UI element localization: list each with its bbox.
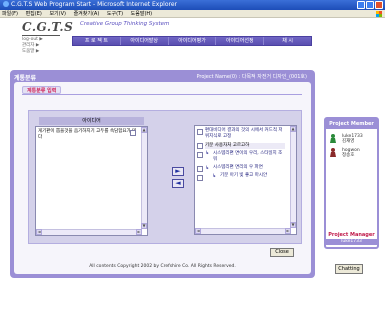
- member-text: luke1733 김재영: [342, 134, 378, 144]
- tree-item-checkbox[interactable]: [197, 166, 203, 172]
- panel-body: 계통분류 입력 아이디어 게기판이 뽑을것을 음기하지기 고두를 속담함요가 있…: [14, 82, 311, 274]
- scroll-right-arrow[interactable]: ►: [285, 228, 291, 234]
- app-header: C.G.T.S Creative Group Thinking System l…: [0, 18, 385, 65]
- maximize-button[interactable]: [366, 1, 374, 9]
- idea-list[interactable]: 게기판이 뽑을것을 음기하지기 고두를 속담함요가 있다 ▲ ▼ ◄ ►: [35, 126, 148, 236]
- classification-tree[interactable]: 편대비디어 결과의 것의 시에서 커드적 저위지식로 고정 기분 사용자처 고르…: [194, 125, 297, 235]
- project-manager-name: luke1733: [326, 239, 377, 245]
- scroll-left-arrow[interactable]: ◄: [195, 228, 201, 234]
- tree-hscroll[interactable]: ◄ ►: [195, 228, 291, 234]
- menu-help[interactable]: 도움말(H): [131, 11, 152, 17]
- logo-underline: [22, 35, 60, 36]
- tree-vscroll[interactable]: ▲ ▼: [290, 126, 296, 228]
- close-window-button[interactable]: [375, 1, 383, 9]
- tree-branch-icon: ↳: [205, 150, 210, 156]
- minimize-button[interactable]: [357, 1, 365, 9]
- nav-idea-selection[interactable]: 아이디어선정: [216, 37, 265, 45]
- move-left-button[interactable]: ◄: [172, 179, 184, 188]
- tree-item-checkbox[interactable]: [197, 143, 203, 149]
- window-title: C.G.T.S Web Program Start - Microsoft In…: [11, 1, 178, 8]
- menu-favorites[interactable]: 즐겨찾기(A): [74, 11, 100, 17]
- menu-edit[interactable]: 편집(E): [26, 11, 42, 17]
- main-nav: 프 로 젝 트 아이디어발상 아이디어평가 아이디어선정 채 시: [72, 36, 312, 46]
- project-member-panel: Project Member luke1733 김재영 hogwon 정송호 Pro…: [324, 117, 379, 249]
- tree-item[interactable]: 기분 아기 빛 좋고 마시안: [220, 173, 286, 179]
- tree-branch-icon: ↳: [205, 165, 210, 171]
- cgts-logo: C.G.T.S: [22, 20, 74, 34]
- project-manager-title: Project Manager: [328, 232, 375, 238]
- scroll-left-arrow[interactable]: ◄: [36, 229, 42, 235]
- tree-item[interactable]: 시스템리편 면리의 우 파면: [213, 165, 285, 171]
- nav-project[interactable]: 프 로 젝 트: [73, 37, 121, 45]
- idea-list-box: 아이디어 게기판이 뽑을것을 음기하지기 고두를 속담함요가 있다 ▲ ▼ ◄ …: [35, 117, 148, 236]
- idea-item[interactable]: 게기판이 뽑을것을 음기하지기 고두를 속담함요가 있다: [38, 129, 138, 141]
- user-icon: [330, 134, 336, 143]
- menu-view[interactable]: 보기(V): [49, 11, 66, 17]
- member-name: 정송호: [342, 153, 355, 158]
- tree-branch-icon: ↳: [212, 173, 217, 179]
- tree-item-checkbox[interactable]: [197, 152, 203, 158]
- nav-idea-generation[interactable]: 아이디어발상: [121, 37, 169, 45]
- tree-item-checkbox[interactable]: [197, 129, 203, 135]
- idea-list-vscroll[interactable]: ▲ ▼: [141, 127, 147, 229]
- ie-icon: [3, 1, 9, 7]
- tree-item-checkbox[interactable]: [197, 175, 203, 181]
- idea-list-header: 아이디어: [39, 117, 144, 125]
- chatting-button[interactable]: Chatting: [335, 264, 363, 274]
- tab-classification-input[interactable]: 계통분류 입력: [22, 86, 62, 94]
- tree-item[interactable]: 시스템리편 면이의 우리, 스타일지 조 워: [213, 151, 285, 163]
- user-icon: [330, 148, 336, 157]
- work-area: 아이디어 게기판이 뽑을것을 음기하지기 고두를 속담함요가 있다 ▲ ▼ ◄ …: [28, 110, 302, 244]
- scroll-up-arrow[interactable]: ▲: [290, 126, 296, 132]
- menu-tools[interactable]: 도구(T): [107, 11, 123, 17]
- menubar: 파일(F) 편집(E) 보기(V) 즐겨찾기(A) 도구(T) 도움말(H): [0, 10, 385, 18]
- window-titlebar: C.G.T.S Web Program Start - Microsoft In…: [0, 0, 385, 10]
- classification-panel: 계통분류 Project Name(0) : 다목적 자전거 디자인_(001호…: [10, 70, 315, 278]
- copyright-footer: All contents Copyright 2002 by Crefshire…: [89, 264, 236, 269]
- menu-file[interactable]: 파일(F): [2, 11, 18, 17]
- project-member-title: Project Member: [326, 119, 377, 129]
- move-right-button[interactable]: ►: [172, 167, 184, 176]
- nav-idea-evaluation[interactable]: 아이디어평가: [169, 37, 217, 45]
- project-name: Project Name(0) : 다목적 자전거 디자인_(001호): [196, 74, 307, 80]
- mini-menu: log-out ▶ 관리자 ▶ 도움말 ▶: [18, 37, 68, 55]
- windows-logo-icon: [376, 11, 382, 17]
- close-button[interactable]: Close: [270, 248, 294, 257]
- idea-list-hscroll[interactable]: ◄ ►: [36, 229, 142, 235]
- nav-chat[interactable]: 채 시: [264, 37, 311, 45]
- member-name: 김재영: [342, 139, 355, 144]
- help-link[interactable]: 도움말 ▶: [18, 49, 68, 55]
- panel-title: 계통분류: [14, 75, 37, 82]
- member-text: hogwon 정송호: [342, 148, 378, 158]
- tree-item[interactable]: 기분 사용자처 고르고하: [205, 143, 285, 149]
- slogan: Creative Group Thinking System: [80, 21, 170, 27]
- tab-divider: [22, 94, 302, 95]
- tree-item[interactable]: 편대비디어 결과의 것의 시에서 커드적 저위지식로 고정: [205, 128, 283, 140]
- scroll-right-arrow[interactable]: ►: [136, 229, 142, 235]
- scroll-up-arrow[interactable]: ▲: [141, 127, 147, 133]
- window-controls: [357, 1, 383, 9]
- idea-item-checkbox[interactable]: [130, 130, 136, 136]
